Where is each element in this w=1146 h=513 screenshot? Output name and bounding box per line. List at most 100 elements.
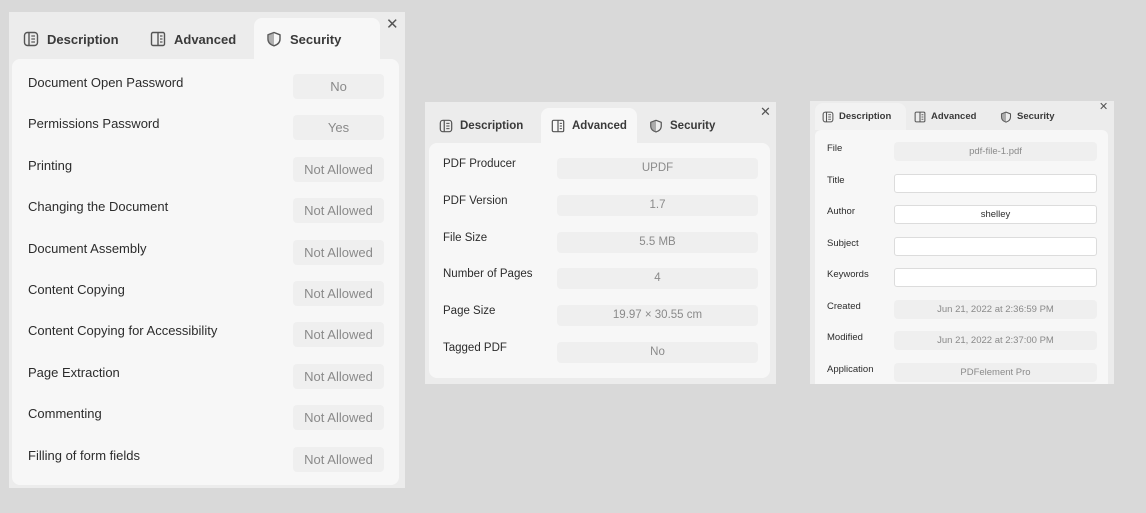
tab-bar: Description Advanced Security — [429, 108, 733, 144]
property-row-filling-of-form-fields: Filling of form fields Not Allowed — [12, 445, 399, 486]
property-row-document-assembly: Document Assembly Not Allowed — [12, 238, 399, 279]
advanced-icon — [551, 119, 565, 133]
tab-security[interactable]: Security — [254, 18, 380, 60]
changing-the-document-value: Not Allowed — [293, 198, 384, 224]
property-label: PDF Producer — [443, 158, 516, 170]
tab-label: Description — [460, 120, 524, 132]
property-label: Changing the Document — [28, 199, 169, 215]
author-field[interactable]: shelley — [894, 205, 1097, 224]
property-label: Printing — [28, 157, 73, 173]
property-row-file-size: File Size 5.5 MB — [429, 229, 770, 266]
commenting-value: Not Allowed — [293, 405, 384, 431]
subject-field[interactable] — [894, 236, 1097, 256]
property-label: Author — [827, 206, 855, 217]
tab-advanced[interactable]: Advanced — [138, 18, 254, 60]
document-properties-security-window: Description Advanced Security ✕ Document… — [9, 12, 405, 488]
property-label: Document Assembly — [28, 240, 147, 256]
property-row-content-copying-for-accessibility: Content Copying for Accessibility Not All… — [12, 320, 399, 361]
content-copying-for-accessibility-value: Not Allowed — [293, 322, 384, 348]
document-properties-advanced-window: Description Advanced Security ✕ PDF Prod… — [425, 102, 776, 384]
property-row-modified: Modified Jun 21, 2022 at 2:37:00 PM — [815, 330, 1108, 362]
tab-description[interactable]: Description — [12, 18, 138, 60]
pdf-producer-value: UPDF — [557, 158, 758, 179]
property-row-subject: Subject — [815, 236, 1108, 268]
tab-security[interactable]: Security — [991, 103, 1076, 130]
property-row-commenting: Commenting Not Allowed — [12, 403, 399, 444]
tab-advanced[interactable]: Advanced — [541, 108, 637, 144]
close-icon[interactable]: ✕ — [386, 17, 399, 32]
property-row-changing-the-document: Changing the Document Not Allowed — [12, 196, 399, 237]
description-icon — [822, 111, 834, 122]
property-row-content-copying: Content Copying Not Allowed — [12, 279, 399, 320]
shield-icon — [1000, 111, 1012, 123]
tab-label: Advanced — [572, 120, 627, 132]
description-panel: File pdf-file-1.pdf Title Author shelley Subj… — [815, 130, 1108, 384]
tab-label: Description — [839, 111, 892, 122]
shield-icon — [650, 119, 662, 133]
tab-bar: Description Advanced Security — [815, 103, 1076, 130]
advanced-panel: PDF Producer UPDF PDF Version 1.7 File Size 5… — [429, 143, 770, 378]
tab-security[interactable]: Security — [637, 108, 733, 144]
created-value: Jun 21, 2022 at 2:36:59 PM — [894, 299, 1097, 319]
tab-description[interactable]: Description — [815, 103, 906, 130]
tab-label: Advanced — [931, 111, 977, 122]
property-label: Modified — [827, 332, 863, 343]
file-size-value: 5.5 MB — [557, 231, 758, 253]
property-label: Page Size — [443, 305, 496, 318]
property-label: Commenting — [28, 406, 102, 422]
document-open-password-value: No — [293, 74, 384, 99]
property-row-page-extraction: Page Extraction Not Allowed — [12, 362, 399, 403]
title-field[interactable] — [894, 173, 1097, 193]
property-label: Application — [827, 363, 874, 375]
page-extraction-value: Not Allowed — [293, 363, 384, 389]
property-label: Content Copying — [28, 282, 125, 297]
content-copying-value: Not Allowed — [293, 281, 384, 306]
property-row-pdf-version: PDF Version 1.7 — [429, 192, 770, 229]
property-label: Subject — [827, 237, 859, 249]
property-row-keywords: Keywords — [815, 267, 1108, 299]
property-label: Tagged PDF — [443, 342, 507, 354]
keywords-field[interactable] — [894, 268, 1097, 287]
description-icon — [23, 31, 39, 47]
pdf-version-value: 1.7 — [557, 194, 758, 216]
tab-advanced[interactable]: Advanced — [906, 103, 991, 130]
application-value: PDFelement Pro — [894, 362, 1097, 382]
property-row-number-of-pages: Number of Pages 4 — [429, 265, 770, 302]
property-label: Keywords — [827, 269, 869, 280]
property-label: File Size — [443, 231, 488, 244]
property-label: Content Copying for Accessibility — [28, 323, 218, 339]
shield-icon — [267, 31, 281, 47]
tab-bar: Description Advanced Security — [12, 18, 380, 60]
close-icon[interactable]: ✕ — [1099, 101, 1108, 112]
property-label: Created — [827, 300, 861, 312]
property-label: Page Extraction — [28, 364, 120, 380]
property-label: Document Open Password — [28, 75, 184, 90]
property-row-printing: Printing Not Allowed — [12, 155, 399, 196]
property-row-title: Title — [815, 173, 1108, 205]
property-label: Title — [827, 174, 845, 186]
tab-label: Advanced — [174, 31, 237, 47]
file-value: pdf-file-1.pdf — [894, 142, 1097, 161]
tab-label: Description — [47, 31, 119, 47]
modified-value: Jun 21, 2022 at 2:37:00 PM — [894, 331, 1097, 350]
security-panel: Document Open Password No Permissions Pass… — [12, 59, 399, 485]
tagged-pdf-value: No — [557, 342, 758, 363]
tab-label: Security — [1017, 111, 1055, 122]
property-row-permissions-password: Permissions Password Yes — [12, 113, 399, 154]
permissions-password-value: Yes — [293, 115, 384, 141]
property-row-document-open-password: Document Open Password No — [12, 72, 399, 113]
tab-label: Security — [290, 31, 342, 47]
property-label: PDF Version — [443, 194, 508, 207]
printing-value: Not Allowed — [293, 156, 384, 182]
filling-of-form-fields-value: Not Allowed — [293, 446, 384, 472]
property-row-application: Application PDFelement Pro — [815, 362, 1108, 385]
advanced-icon — [150, 31, 166, 47]
property-row-page-size: Page Size 19.97 × 30.55 cm — [429, 302, 770, 339]
property-row-pdf-producer: PDF Producer UPDF — [429, 155, 770, 192]
document-properties-description-window: Description Advanced Security ✕ File pdf-… — [810, 101, 1114, 384]
property-label: Filling of form fields — [28, 447, 140, 463]
close-icon[interactable]: ✕ — [760, 106, 771, 119]
tab-description[interactable]: Description — [429, 108, 541, 144]
property-label: File — [827, 143, 843, 154]
property-row-file: File pdf-file-1.pdf — [815, 141, 1108, 173]
